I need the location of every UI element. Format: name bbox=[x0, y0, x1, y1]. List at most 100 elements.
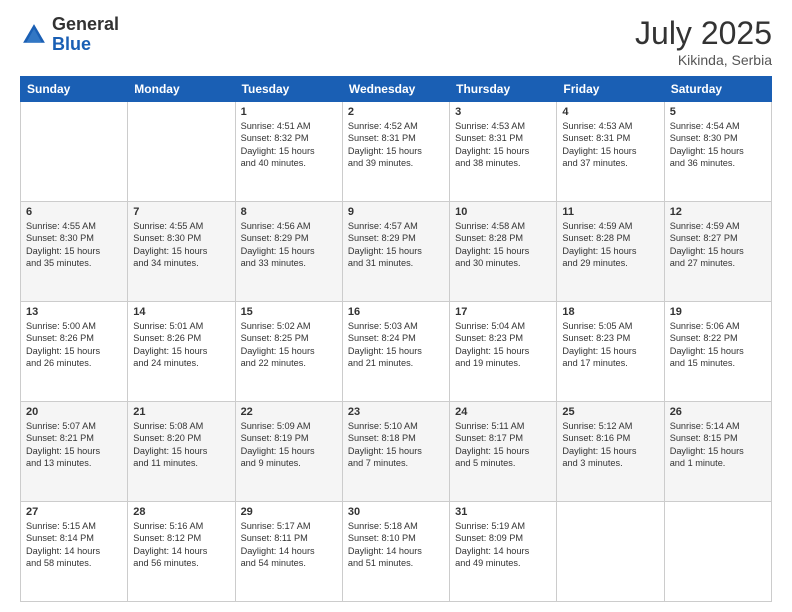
location: Kikinda, Serbia bbox=[635, 52, 772, 68]
calendar-cell: 12 Sunrise: 4:59 AM Sunset: 8:27 PM Dayli… bbox=[664, 202, 771, 302]
day-info: Sunrise: 5:18 AM Sunset: 8:10 PM Dayligh… bbox=[348, 520, 444, 570]
day-number: 2 bbox=[348, 106, 444, 118]
calendar-cell: 26Sunrise: 5:14 AM Sunset: 8:15 PM Dayli… bbox=[664, 402, 771, 502]
calendar-cell: 18 Sunrise: 5:05 AM Sunset: 8:23 PM Dayli… bbox=[557, 302, 664, 402]
day-info: Sunrise: 5:03 AM Sunset: 8:24 PM Dayligh… bbox=[348, 320, 444, 370]
day-number: 31 bbox=[455, 506, 551, 518]
calendar-cell: 11 Sunrise: 4:59 AM Sunset: 8:28 PM Dayli… bbox=[557, 202, 664, 302]
calendar-cell: 15 Sunrise: 5:02 AM Sunset: 8:25 PM Dayli… bbox=[235, 302, 342, 402]
week-row-3: 13Sunrise: 5:00 AM Sunset: 8:26 PM Dayli… bbox=[21, 302, 772, 402]
calendar-cell: 8Sunrise: 4:56 AM Sunset: 8:29 PM Daylig… bbox=[235, 202, 342, 302]
calendar-cell bbox=[664, 502, 771, 602]
calendar-cell: 30 Sunrise: 5:18 AM Sunset: 8:10 PM Dayli… bbox=[342, 502, 449, 602]
day-number: 6 bbox=[26, 206, 122, 218]
day-header-wednesday: Wednesday bbox=[342, 77, 449, 102]
calendar-cell: 19 Sunrise: 5:06 AM Sunset: 8:22 PM Dayli… bbox=[664, 302, 771, 402]
logo: General Blue bbox=[20, 15, 119, 55]
header: General Blue July 2025 Kikinda, Serbia bbox=[20, 15, 772, 68]
day-info: Sunrise: 5:19 AM Sunset: 8:09 PM Dayligh… bbox=[455, 520, 551, 570]
calendar-cell: 6 Sunrise: 4:55 AM Sunset: 8:30 PM Daylig… bbox=[21, 202, 128, 302]
calendar-cell: 25Sunrise: 5:12 AM Sunset: 8:16 PM Dayli… bbox=[557, 402, 664, 502]
day-info: Sunrise: 5:07 AM Sunset: 8:21 PM Dayligh… bbox=[26, 420, 122, 470]
week-row-1: 1 Sunrise: 4:51 AM Sunset: 8:32 PM Daylig… bbox=[21, 102, 772, 202]
day-number: 28 bbox=[133, 506, 229, 518]
day-info: Sunrise: 5:05 AM Sunset: 8:23 PM Dayligh… bbox=[562, 320, 658, 370]
day-number: 19 bbox=[670, 306, 766, 318]
day-number: 4 bbox=[562, 106, 658, 118]
day-number: 20 bbox=[26, 406, 122, 418]
day-info: Sunrise: 4:53 AM Sunset: 8:31 PM Dayligh… bbox=[455, 120, 551, 170]
calendar-cell: 20 Sunrise: 5:07 AM Sunset: 8:21 PM Dayli… bbox=[21, 402, 128, 502]
logo-blue-text: Blue bbox=[52, 34, 91, 54]
day-number: 15 bbox=[241, 306, 337, 318]
day-info: Sunrise: 5:00 AM Sunset: 8:26 PM Dayligh… bbox=[26, 320, 122, 370]
calendar-cell: 31 Sunrise: 5:19 AM Sunset: 8:09 PM Dayli… bbox=[450, 502, 557, 602]
day-number: 8 bbox=[241, 206, 337, 218]
day-info: Sunrise: 5:02 AM Sunset: 8:25 PM Dayligh… bbox=[241, 320, 337, 370]
day-number: 30 bbox=[348, 506, 444, 518]
calendar-cell: 27 Sunrise: 5:15 AM Sunset: 8:14 PM Dayli… bbox=[21, 502, 128, 602]
calendar-cell bbox=[557, 502, 664, 602]
calendar-cell: 14Sunrise: 5:01 AM Sunset: 8:26 PM Dayli… bbox=[128, 302, 235, 402]
day-info: Sunrise: 4:55 AM Sunset: 8:30 PM Dayligh… bbox=[133, 220, 229, 270]
day-number: 1 bbox=[241, 106, 337, 118]
calendar-cell: 13Sunrise: 5:00 AM Sunset: 8:26 PM Dayli… bbox=[21, 302, 128, 402]
day-number: 24 bbox=[455, 406, 551, 418]
day-header-sunday: Sunday bbox=[21, 77, 128, 102]
calendar-cell: 10Sunrise: 4:58 AM Sunset: 8:28 PM Dayli… bbox=[450, 202, 557, 302]
calendar-cell: 21Sunrise: 5:08 AM Sunset: 8:20 PM Dayli… bbox=[128, 402, 235, 502]
day-info: Sunrise: 4:52 AM Sunset: 8:31 PM Dayligh… bbox=[348, 120, 444, 170]
month-title: July 2025 bbox=[635, 15, 772, 52]
calendar-header: SundayMondayTuesdayWednesdayThursdayFrid… bbox=[21, 77, 772, 102]
week-row-2: 6 Sunrise: 4:55 AM Sunset: 8:30 PM Daylig… bbox=[21, 202, 772, 302]
day-number: 16 bbox=[348, 306, 444, 318]
calendar-cell: 9Sunrise: 4:57 AM Sunset: 8:29 PM Daylig… bbox=[342, 202, 449, 302]
day-info: Sunrise: 5:15 AM Sunset: 8:14 PM Dayligh… bbox=[26, 520, 122, 570]
calendar-cell: 16 Sunrise: 5:03 AM Sunset: 8:24 PM Dayli… bbox=[342, 302, 449, 402]
day-number: 22 bbox=[241, 406, 337, 418]
logo-general-text: General bbox=[52, 14, 119, 34]
day-header-saturday: Saturday bbox=[664, 77, 771, 102]
day-info: Sunrise: 5:16 AM Sunset: 8:12 PM Dayligh… bbox=[133, 520, 229, 570]
day-number: 3 bbox=[455, 106, 551, 118]
logo-icon bbox=[20, 21, 48, 49]
day-info: Sunrise: 4:59 AM Sunset: 8:28 PM Dayligh… bbox=[562, 220, 658, 270]
day-number: 5 bbox=[670, 106, 766, 118]
day-info: Sunrise: 4:53 AM Sunset: 8:31 PM Dayligh… bbox=[562, 120, 658, 170]
day-number: 12 bbox=[670, 206, 766, 218]
calendar-cell: 1 Sunrise: 4:51 AM Sunset: 8:32 PM Daylig… bbox=[235, 102, 342, 202]
day-number: 23 bbox=[348, 406, 444, 418]
calendar-cell: 2 Sunrise: 4:52 AM Sunset: 8:31 PM Daylig… bbox=[342, 102, 449, 202]
day-number: 14 bbox=[133, 306, 229, 318]
day-number: 29 bbox=[241, 506, 337, 518]
calendar-cell: 17Sunrise: 5:04 AM Sunset: 8:23 PM Dayli… bbox=[450, 302, 557, 402]
calendar-cell: 3 Sunrise: 4:53 AM Sunset: 8:31 PM Daylig… bbox=[450, 102, 557, 202]
calendar-body: 1 Sunrise: 4:51 AM Sunset: 8:32 PM Daylig… bbox=[21, 102, 772, 602]
week-row-4: 20 Sunrise: 5:07 AM Sunset: 8:21 PM Dayli… bbox=[21, 402, 772, 502]
calendar-cell: 29Sunrise: 5:17 AM Sunset: 8:11 PM Dayli… bbox=[235, 502, 342, 602]
day-number: 11 bbox=[562, 206, 658, 218]
calendar-cell: 24Sunrise: 5:11 AM Sunset: 8:17 PM Dayli… bbox=[450, 402, 557, 502]
week-row-5: 27 Sunrise: 5:15 AM Sunset: 8:14 PM Dayli… bbox=[21, 502, 772, 602]
day-info: Sunrise: 5:06 AM Sunset: 8:22 PM Dayligh… bbox=[670, 320, 766, 370]
day-info: Sunrise: 5:09 AM Sunset: 8:19 PM Dayligh… bbox=[241, 420, 337, 470]
calendar-cell: 22 Sunrise: 5:09 AM Sunset: 8:19 PM Dayli… bbox=[235, 402, 342, 502]
day-number: 9 bbox=[348, 206, 444, 218]
day-info: Sunrise: 4:55 AM Sunset: 8:30 PM Dayligh… bbox=[26, 220, 122, 270]
day-header-monday: Monday bbox=[128, 77, 235, 102]
day-info: Sunrise: 5:04 AM Sunset: 8:23 PM Dayligh… bbox=[455, 320, 551, 370]
day-number: 27 bbox=[26, 506, 122, 518]
calendar-cell: 4 Sunrise: 4:53 AM Sunset: 8:31 PM Daylig… bbox=[557, 102, 664, 202]
day-info: Sunrise: 5:14 AM Sunset: 8:15 PM Dayligh… bbox=[670, 420, 766, 470]
day-header-friday: Friday bbox=[557, 77, 664, 102]
header-row: SundayMondayTuesdayWednesdayThursdayFrid… bbox=[21, 77, 772, 102]
day-info: Sunrise: 5:12 AM Sunset: 8:16 PM Dayligh… bbox=[562, 420, 658, 470]
day-info: Sunrise: 4:59 AM Sunset: 8:27 PM Dayligh… bbox=[670, 220, 766, 270]
calendar-cell bbox=[128, 102, 235, 202]
page: General Blue July 2025 Kikinda, Serbia S… bbox=[0, 0, 792, 612]
day-info: Sunrise: 4:51 AM Sunset: 8:32 PM Dayligh… bbox=[241, 120, 337, 170]
calendar-cell: 28 Sunrise: 5:16 AM Sunset: 8:12 PM Dayli… bbox=[128, 502, 235, 602]
day-number: 21 bbox=[133, 406, 229, 418]
day-number: 18 bbox=[562, 306, 658, 318]
day-number: 7 bbox=[133, 206, 229, 218]
